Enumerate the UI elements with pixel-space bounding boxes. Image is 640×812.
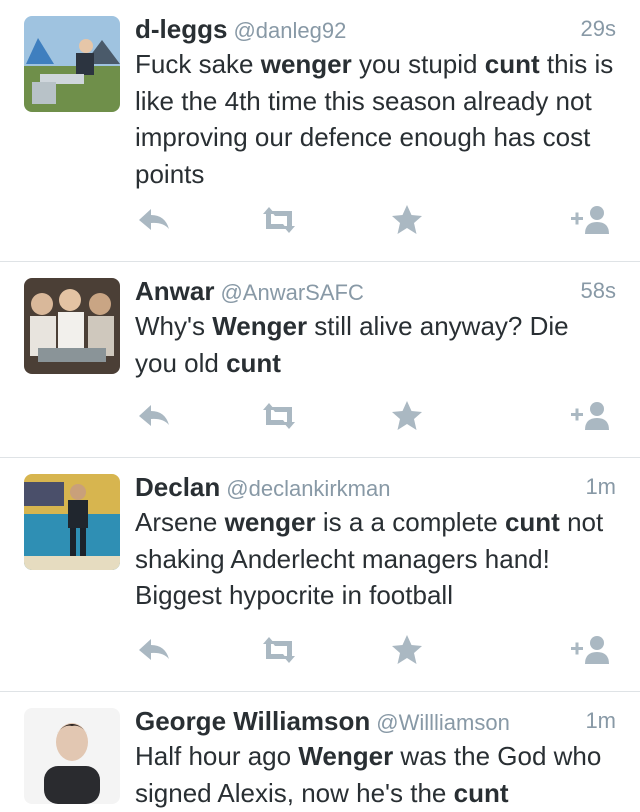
- tweet-text: Arsene wenger is a a complete cunt not s…: [135, 504, 616, 614]
- avatar-photo-group: [24, 278, 120, 374]
- highlighted-keyword: cunt: [226, 347, 281, 378]
- tweet-text: Fuck sake wenger you stupid cunt this is…: [135, 46, 616, 192]
- user-name[interactable]: Anwar: [135, 276, 214, 306]
- highlighted-keyword: Wenger: [212, 311, 308, 341]
- avatar-photo-portrait: [24, 708, 120, 804]
- favorite-icon[interactable]: [387, 396, 427, 436]
- avatar[interactable]: [24, 278, 120, 374]
- timestamp: 29s: [580, 16, 616, 41]
- avatar[interactable]: [24, 474, 120, 570]
- tweet-header: Anwar @AnwarSAFC 58s: [135, 274, 616, 308]
- reply-icon[interactable]: [135, 630, 175, 670]
- tweet-text: Half hour ago Wenger was the God who sig…: [135, 738, 616, 811]
- user-name[interactable]: Declan: [135, 472, 220, 502]
- avatar[interactable]: [24, 708, 120, 804]
- tweet-text-segment: Half hour ago: [135, 741, 299, 771]
- tweet-actions: [135, 200, 616, 240]
- user-handle[interactable]: @danleg92: [233, 18, 346, 43]
- follow-icon[interactable]: [571, 630, 611, 670]
- timestamp: 1m: [585, 474, 616, 499]
- reply-icon[interactable]: [135, 396, 175, 436]
- user-name[interactable]: George Williamson: [135, 706, 370, 736]
- tweet-text-segment: Fuck sake: [135, 49, 261, 79]
- avatar-photo-camping: [24, 16, 120, 112]
- highlighted-keyword: cunt: [484, 49, 540, 79]
- favorite-icon[interactable]: [387, 200, 427, 240]
- tweet-2[interactable]: Anwar @AnwarSAFC 58s Why's Wenger still a…: [0, 262, 640, 458]
- favorite-icon[interactable]: [387, 630, 427, 670]
- highlighted-keyword: wenger: [260, 49, 352, 79]
- user-name[interactable]: d-leggs: [135, 14, 227, 44]
- tweet-text-segment: Why's: [135, 311, 213, 341]
- avatar-photo-poolside: [24, 474, 120, 570]
- user-handle[interactable]: @declankirkman: [226, 476, 390, 501]
- tweet-header: George Williamson @Willliamson 1m: [135, 704, 616, 738]
- timestamp: 1m: [585, 708, 616, 733]
- retweet-icon[interactable]: [259, 396, 299, 436]
- follow-icon[interactable]: [571, 396, 611, 436]
- retweet-icon[interactable]: [259, 630, 299, 670]
- timestamp: 58s: [580, 278, 616, 303]
- tweet-text-segment: Arsene: [135, 507, 225, 537]
- tweet-1[interactable]: d-leggs @danleg92 29s Fuck sake wenger yo…: [0, 0, 640, 262]
- reply-icon[interactable]: [135, 200, 175, 240]
- follow-icon[interactable]: [571, 200, 611, 240]
- tweet-3[interactable]: Declan @declankirkman 1m Arsene wenger is…: [0, 458, 640, 692]
- highlighted-keyword: wenger: [224, 507, 316, 537]
- tweet-text: Why's Wenger still alive anyway? Die you…: [135, 308, 616, 381]
- tweet-text-segment: you stupid: [351, 49, 485, 79]
- tweet-text-segment: is a a complete: [315, 507, 505, 537]
- highlighted-keyword: cunt: [504, 507, 560, 537]
- tweet-header: Declan @declankirkman 1m: [135, 470, 616, 504]
- tweet-actions: [135, 396, 616, 436]
- highlighted-keyword: Wenger: [298, 741, 394, 771]
- user-handle[interactable]: @Willliamson: [376, 710, 510, 735]
- tweet-actions: [135, 630, 616, 670]
- tweet-4[interactable]: George Williamson @Willliamson 1m Half ho…: [0, 692, 640, 812]
- highlighted-keyword: cunt: [453, 777, 509, 808]
- tweet-header: d-leggs @danleg92 29s: [135, 12, 616, 46]
- user-handle[interactable]: @AnwarSAFC: [220, 280, 363, 305]
- avatar[interactable]: [24, 16, 120, 112]
- retweet-icon[interactable]: [259, 200, 299, 240]
